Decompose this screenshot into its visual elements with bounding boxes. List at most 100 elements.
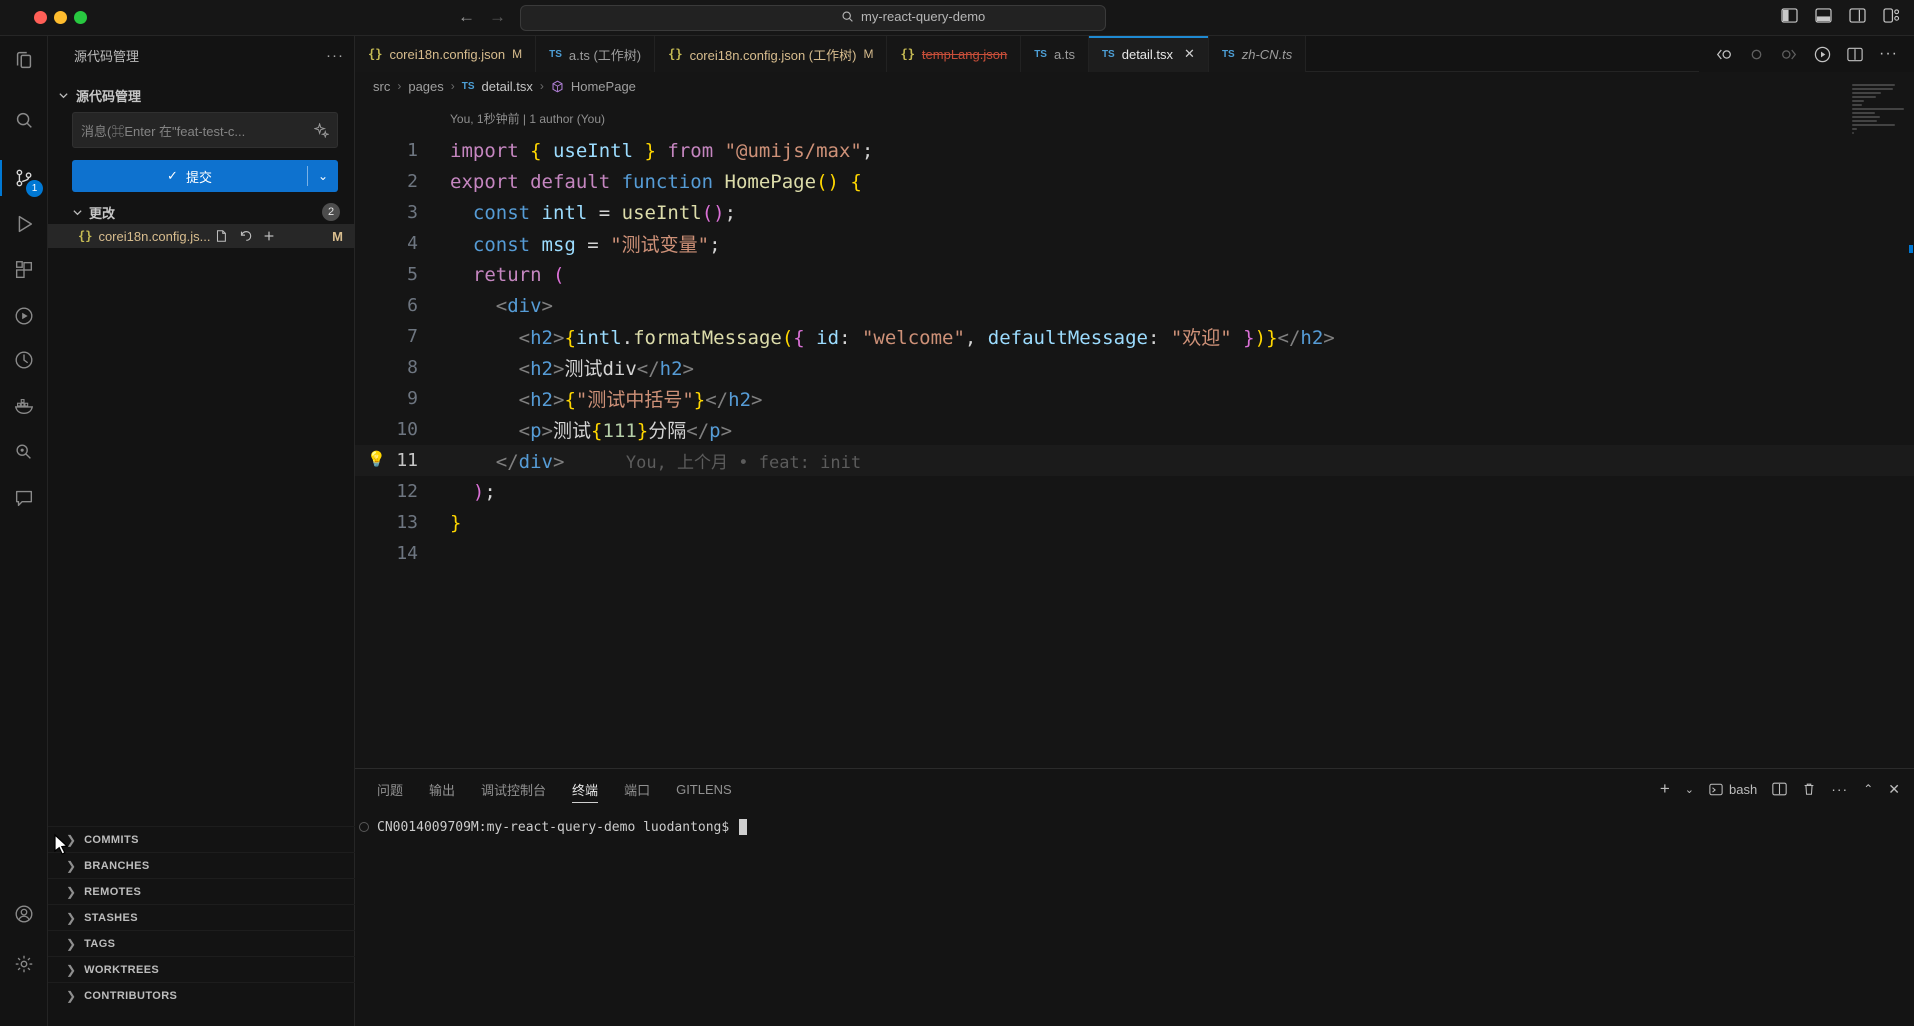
code-line-9[interactable]: 9 <h2>{"测试中括号"}</h2> — [355, 383, 1914, 414]
breadcrumb-src[interactable]: src — [373, 79, 390, 94]
commit-button[interactable]: ✓ 提交 ⌄ — [72, 160, 338, 192]
commit-dropdown-icon[interactable]: ⌄ — [308, 169, 338, 183]
panel-tab-输出[interactable]: 输出 — [429, 769, 455, 809]
panel-more-actions-icon[interactable]: ··· — [1831, 781, 1848, 797]
maximize-panel-icon[interactable]: ⌃ — [1863, 782, 1873, 796]
panel-tab-端口[interactable]: 端口 — [624, 769, 650, 809]
gitlens-section-stashes[interactable]: ❯ STASHES — [48, 904, 355, 930]
gitlens-section-branches[interactable]: ❯ BRANCHES — [48, 852, 355, 878]
chevron-down-icon — [59, 93, 68, 99]
code-line-5[interactable]: 5 return ( — [355, 259, 1914, 290]
accounts-icon[interactable] — [0, 892, 48, 936]
more-actions-icon[interactable]: ··· — [1879, 45, 1898, 63]
sidebar-more-actions-icon[interactable]: ··· — [326, 47, 344, 64]
code-line-13[interactable]: 13} — [355, 507, 1914, 538]
codelens-blame[interactable]: You, 1秒钟前 | 1 author (You) — [450, 110, 605, 127]
new-terminal-icon[interactable]: + — [1660, 779, 1670, 799]
scm-section-header[interactable]: 源代码管理 — [58, 86, 141, 105]
code-line-6[interactable]: 6 <div> — [355, 290, 1914, 321]
open-file-icon[interactable] — [214, 229, 228, 243]
code-line-12[interactable]: 12 ); — [355, 476, 1914, 507]
breadcrumb-symbol[interactable]: HomePage — [571, 79, 636, 94]
close-tab-icon[interactable]: ✕ — [1184, 46, 1195, 62]
breadcrumb-file[interactable]: detail.tsx — [482, 79, 533, 94]
terminal-content[interactable]: CN0014009709M:my-react-query-demo luodan… — [359, 819, 748, 835]
command-center[interactable]: my-react-query-demo — [520, 5, 1106, 31]
run-file-icon[interactable] — [1814, 46, 1831, 63]
back-icon[interactable]: ← — [458, 7, 475, 27]
close-window-button[interactable] — [34, 11, 47, 24]
split-terminal-icon[interactable] — [1772, 782, 1787, 796]
extensions-icon[interactable] — [0, 248, 48, 292]
source-control-icon[interactable]: 1 — [0, 156, 48, 200]
close-panel-icon[interactable]: ✕ — [1888, 781, 1900, 798]
forward-icon[interactable]: → — [489, 7, 506, 27]
copilot-sparkle-icon[interactable] — [314, 122, 329, 138]
comments-icon[interactable] — [0, 476, 48, 520]
editor-tab-detail.tsx[interactable]: TS detail.tsx ✕ — [1088, 36, 1209, 72]
ts-file-icon: TS — [1101, 48, 1115, 60]
changes-section-header[interactable]: 更改 2 — [72, 200, 340, 224]
maximize-window-button[interactable] — [74, 11, 87, 24]
code-line-1[interactable]: 1 import { useIntl } from "@umijs/max"; — [355, 135, 1914, 166]
customize-layout-icon[interactable] — [1883, 8, 1900, 23]
stage-changes-icon[interactable] — [262, 229, 276, 243]
tab-bar: {} corei18n.config.json M TS a.ts (工作树) {} cor… — [355, 36, 1914, 72]
docker-icon[interactable] — [0, 384, 48, 428]
minimap[interactable] — [1852, 84, 1906, 140]
panel-tab-问题[interactable]: 问题 — [377, 769, 403, 809]
panel-tab-终端[interactable]: 终端 — [572, 769, 599, 809]
gitlens-section-tags[interactable]: ❯ TAGS — [48, 930, 355, 956]
code-editor[interactable]: 1 import { useIntl } from "@umijs/max"; 2 e… — [355, 135, 1914, 569]
discard-changes-icon[interactable] — [238, 229, 252, 243]
editor-tab-a.ts (工作树)[interactable]: TS a.ts (工作树) — [536, 36, 656, 72]
minimap-line — [1852, 92, 1881, 94]
run-circle-icon[interactable] — [0, 294, 48, 338]
settings-gear-icon[interactable] — [0, 942, 48, 986]
editor-tab-corei18n.config.json (工作树)[interactable]: {} corei18n.config.json (工作树) M — [655, 36, 888, 72]
code-line-4[interactable]: 4 const msg = "测试变量"; — [355, 228, 1914, 259]
terminal-instance[interactable]: bash — [1709, 782, 1757, 797]
code-line-10[interactable]: 10 <p>测试{111}分隔</p> — [355, 414, 1914, 445]
lightbulb-icon[interactable]: 💡 — [367, 450, 386, 468]
minimap-line — [1852, 124, 1895, 126]
code-line-7[interactable]: 7 <h2>{intl.formatMessage({ id: "welcome… — [355, 321, 1914, 352]
toggle-secondary-sidebar-icon[interactable] — [1849, 8, 1866, 23]
changes-label: 更改 — [89, 205, 116, 221]
split-editor-icon[interactable] — [1847, 47, 1863, 62]
editor-tab-zh-CN.ts[interactable]: TS zh-CN.ts — [1208, 36, 1307, 72]
gitlens-inspect-icon[interactable] — [0, 430, 48, 474]
code-line-8[interactable]: 8 <h2>测试div</h2> — [355, 352, 1914, 383]
ts-file-icon: TS — [549, 48, 562, 60]
gitlens-section-remotes[interactable]: ❯ REMOTES — [48, 878, 355, 904]
minimize-window-button[interactable] — [54, 11, 67, 24]
run-debug-icon[interactable] — [0, 202, 48, 246]
editor-tab-corei18n.config.json[interactable]: {} corei18n.config.json M — [355, 36, 537, 72]
next-change-icon[interactable] — [1780, 47, 1798, 62]
code-line-14[interactable]: 14 — [355, 538, 1914, 569]
gitlens-section-contributors[interactable]: ❯ CONTRIBUTORS — [48, 982, 355, 1008]
terminal-dropdown-icon[interactable]: ⌄ — [1685, 783, 1694, 796]
breadcrumb[interactable]: src › pages › TS detail.tsx › HomePage — [355, 72, 636, 100]
previous-change-icon[interactable] — [1749, 47, 1764, 62]
code-line-2[interactable]: 2 export default function HomePage() { — [355, 166, 1914, 197]
editor-tab-tempLang.json[interactable]: {} tempLang.json — [887, 36, 1022, 72]
gitlens-icon[interactable] — [0, 338, 48, 382]
changed-file-row[interactable]: {} corei18n.config.js... M — [48, 224, 355, 248]
commit-message-input[interactable]: 消息(⌘Enter 在"feat-test-c... — [72, 112, 338, 148]
editor-tab-a.ts[interactable]: TS a.ts — [1021, 36, 1089, 72]
code-line-3[interactable]: 3 const intl = useIntl(); — [355, 197, 1914, 228]
kill-terminal-icon[interactable] — [1802, 782, 1816, 796]
breadcrumb-pages[interactable]: pages — [408, 79, 443, 94]
code-line-11[interactable]: 💡 11 </div> You, 上个月 • feat: init — [355, 445, 1914, 476]
explorer-icon[interactable] — [0, 38, 48, 82]
panel-tab-调试控制台[interactable]: 调试控制台 — [481, 769, 546, 809]
terminal-command-decoration[interactable] — [359, 822, 369, 832]
toggle-sidebar-icon[interactable] — [1781, 8, 1798, 23]
gitlens-section-worktrees[interactable]: ❯ WORKTREES — [48, 956, 355, 982]
gitlens-section-commits[interactable]: ❯ COMMITS — [48, 826, 355, 852]
toggle-panel-icon[interactable] — [1815, 8, 1832, 23]
open-changes-icon[interactable] — [1715, 47, 1733, 62]
panel-tab-GITLENS[interactable]: GITLENS — [676, 769, 732, 809]
search-view-icon[interactable] — [0, 98, 48, 142]
